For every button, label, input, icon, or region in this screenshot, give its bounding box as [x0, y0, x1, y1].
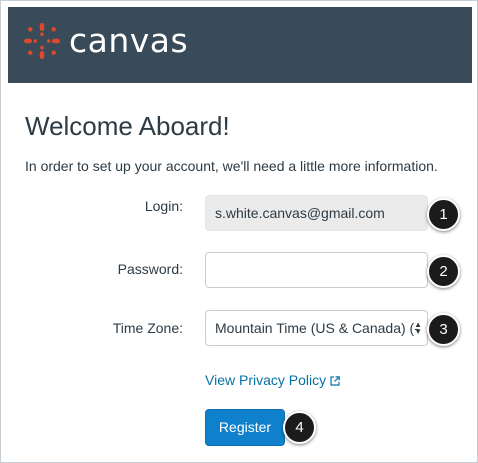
- callout-badge-1: 1: [427, 198, 460, 231]
- select-arrows-icon: ▲ ▼: [414, 320, 422, 336]
- page-title: Welcome Aboard!: [25, 111, 230, 141]
- timezone-label: Time Zone:: [112, 320, 183, 336]
- password-label: Password:: [117, 261, 183, 277]
- callout-badge-2: 2: [427, 255, 460, 288]
- login-field[interactable]: s.white.canvas@gmail.com: [205, 195, 428, 231]
- privacy-policy-label: View Privacy Policy: [205, 372, 327, 388]
- register-button[interactable]: Register: [205, 409, 285, 446]
- privacy-policy-link[interactable]: View Privacy Policy: [205, 371, 340, 389]
- timezone-select[interactable]: Mountain Time (US & Canada) (- ▲ ▼: [205, 310, 428, 346]
- callout-badge-3: 3: [427, 313, 460, 346]
- canvas-logo-icon: [24, 23, 60, 59]
- password-field[interactable]: [205, 252, 428, 288]
- brand-name: canvas: [69, 21, 189, 60]
- external-link-icon: [330, 376, 340, 386]
- callout-badge-4: 4: [283, 411, 316, 444]
- login-value: s.white.canvas@gmail.com: [215, 205, 385, 221]
- intro-text: In order to set up your account, we'll n…: [25, 158, 438, 174]
- timezone-value: Mountain Time (US & Canada) (-: [215, 320, 419, 336]
- page-frame: canvas Welcome Aboard! In order to set u…: [0, 0, 478, 463]
- header-bar: canvas: [8, 7, 472, 83]
- login-label: Login:: [144, 198, 183, 214]
